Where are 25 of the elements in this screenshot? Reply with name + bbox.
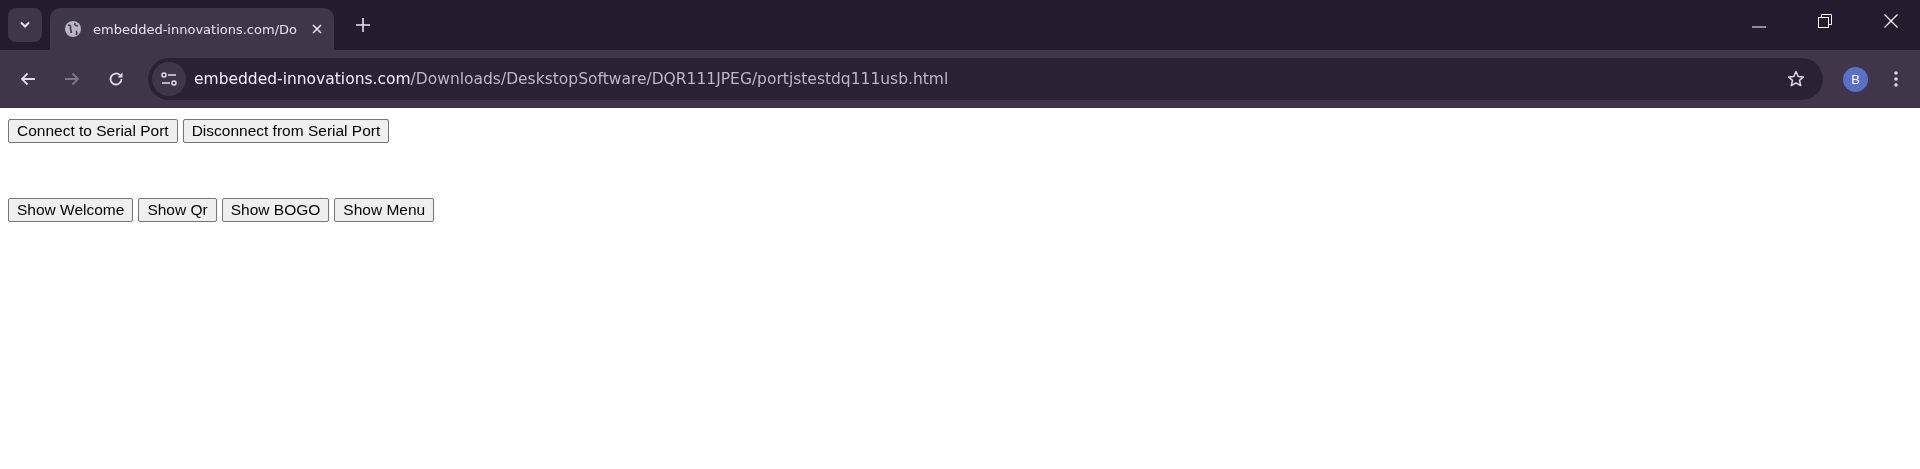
page-button[interactable]: Show Welcome xyxy=(8,198,134,222)
close-tab-icon[interactable] xyxy=(312,24,322,34)
reload-icon[interactable] xyxy=(108,71,124,87)
page-button[interactable]: Connect to Serial Port xyxy=(8,119,178,143)
tab-title: embedded-innovations.com/Do xyxy=(93,21,298,37)
browser-tab[interactable]: embedded-innovations.com/Do xyxy=(50,8,334,50)
chevron-down-icon xyxy=(19,21,31,29)
address-bar[interactable]: embedded-innovations.com/Downloads/DeskstopSoftware/DQR111JPEG/portjstestdq111usb.html xyxy=(148,58,1823,100)
profile-avatar[interactable]: B xyxy=(1843,66,1868,92)
back-icon[interactable] xyxy=(20,72,36,86)
globe-icon xyxy=(65,21,81,37)
restore-icon[interactable] xyxy=(1818,14,1832,28)
menu-icon[interactable] xyxy=(1894,71,1898,87)
site-settings-button[interactable] xyxy=(152,62,186,96)
page-button[interactable]: Show Qr xyxy=(138,198,217,222)
forward-icon[interactable] xyxy=(64,72,80,86)
page-button[interactable]: Show Menu xyxy=(334,198,435,222)
url-text: embedded-innovations.com/Downloads/DeskstopSoftware/DQR111JPEG/portjstestdq111usb.html xyxy=(194,70,949,88)
page-button[interactable]: Show BOGO xyxy=(221,198,330,222)
page-button[interactable]: Disconnect from Serial Port xyxy=(182,119,390,143)
bookmark-star-icon[interactable] xyxy=(1787,70,1805,88)
tab-search-button[interactable] xyxy=(8,8,42,42)
close-icon[interactable] xyxy=(1884,14,1898,28)
new-tab-icon[interactable] xyxy=(356,18,370,32)
sliders-icon xyxy=(161,72,177,86)
